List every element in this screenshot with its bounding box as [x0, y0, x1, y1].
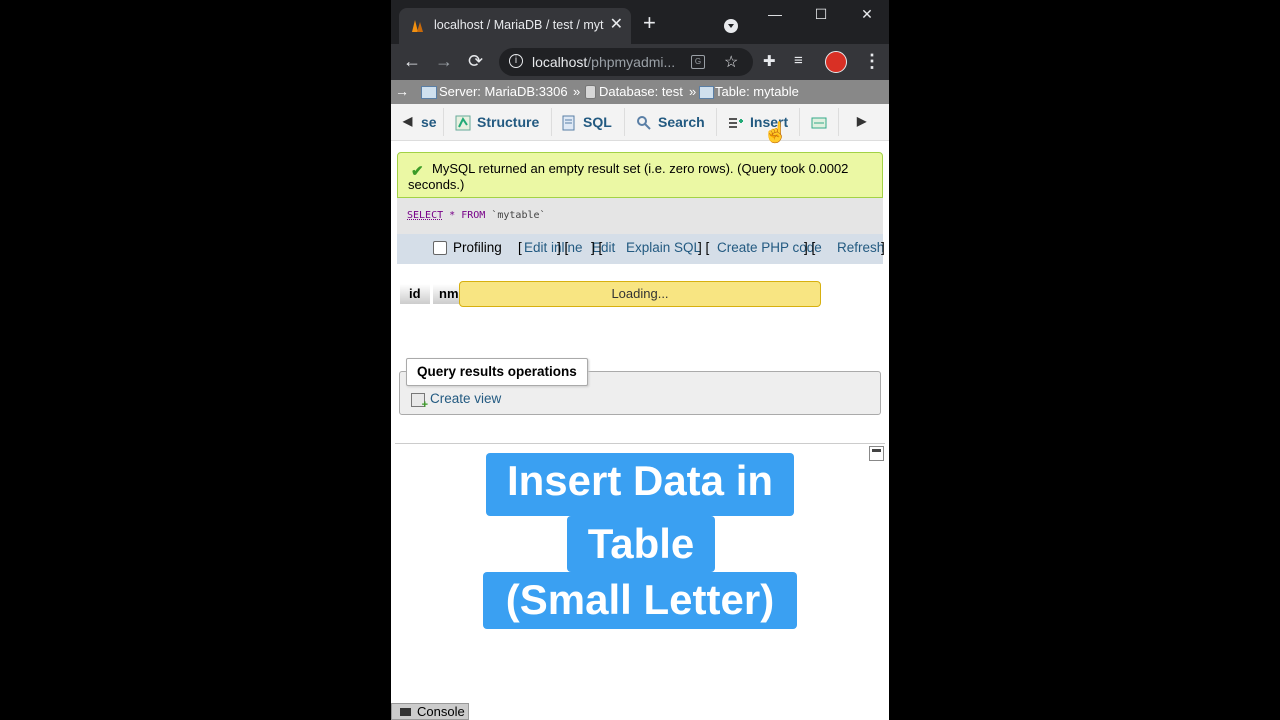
- column-header-id[interactable]: id: [400, 284, 430, 304]
- profile-avatar[interactable]: [825, 51, 847, 73]
- new-tab-button[interactable]: +: [643, 12, 656, 34]
- tab-sql-label: SQL: [583, 114, 612, 130]
- browser-tab[interactable]: localhost / MariaDB / test / myt ✕: [399, 8, 631, 44]
- caption-line-1: Insert Data in: [486, 453, 794, 516]
- bracket: [: [518, 240, 522, 255]
- bookmark-star-icon[interactable]: ☆: [724, 52, 738, 72]
- media-control-icon[interactable]: ≡: [794, 52, 803, 69]
- sql-icon: [562, 115, 575, 131]
- breadcrumb-database[interactable]: Database: test: [599, 84, 683, 99]
- tab-title: localhost / MariaDB / test / myt: [434, 18, 604, 32]
- create-view-icon: [411, 393, 428, 411]
- breadcrumb-separator: »: [689, 84, 697, 99]
- minimize-button[interactable]: —: [763, 6, 787, 22]
- profiling-label: Profiling: [453, 240, 502, 255]
- url-path: /phpmyadmi...: [587, 54, 676, 70]
- tab-browse[interactable]: se: [421, 104, 437, 140]
- tab-search[interactable]: Search: [636, 104, 705, 140]
- loading-notification: Loading...: [459, 281, 821, 307]
- sql-from: FROM: [461, 210, 486, 221]
- tab-separator: [624, 108, 625, 136]
- breadcrumb: → Server: MariaDB:3306 » Database: test …: [391, 80, 889, 104]
- translate-icon[interactable]: G: [691, 55, 705, 69]
- browser-toolbar: ← → ⟳ i localhost/phpmyadmi... G ☆ ✚ ≡ ⋮: [391, 44, 889, 80]
- profiling-checkbox[interactable]: [433, 241, 447, 255]
- database-icon: [585, 85, 596, 99]
- breadcrumb-server[interactable]: Server: MariaDB:3306: [439, 84, 568, 99]
- breadcrumb-table[interactable]: Table: mytable: [715, 84, 799, 99]
- hand-cursor-icon: ☝: [763, 122, 788, 144]
- console-label: Console: [417, 704, 465, 719]
- query-results-operations-legend: Query results operations: [406, 358, 588, 386]
- console-icon: [400, 708, 411, 716]
- console-toggle[interactable]: Console: [391, 703, 469, 720]
- sql-table: `mytable`: [491, 210, 546, 221]
- tab-scroll-right-icon[interactable]: ▶: [857, 114, 866, 128]
- sql-query-display: SELECT * FROM `mytable`: [397, 198, 883, 234]
- sql-keyword[interactable]: SELECT: [407, 210, 443, 221]
- url-text: localhost/phpmyadmi...: [532, 54, 675, 70]
- create-view-link[interactable]: Create view: [430, 391, 501, 406]
- tab-bar: ◀ se Structure SQL Search Insert ▶: [391, 104, 889, 141]
- tab-scroll-left-icon[interactable]: ◀: [403, 114, 412, 128]
- bracket: ] [: [698, 240, 710, 255]
- menu-icon[interactable]: ⋮: [863, 51, 881, 72]
- maximize-button[interactable]: ☐: [809, 6, 833, 23]
- tab-separator: [799, 108, 800, 136]
- bracket: ] [: [591, 240, 603, 255]
- reload-button[interactable]: ⟳: [468, 52, 483, 70]
- success-message-text: MySQL returned an empty result set (i.e.…: [408, 161, 849, 192]
- server-icon: [421, 86, 437, 99]
- tab-structure[interactable]: Structure: [455, 104, 539, 140]
- insert-icon: [729, 118, 743, 129]
- search-icon: [637, 116, 651, 131]
- caption-line-3: (Small Letter): [483, 572, 797, 629]
- tab-search-label: Search: [658, 114, 705, 130]
- close-window-button[interactable]: ✕: [855, 6, 879, 23]
- back-button[interactable]: ←: [403, 52, 421, 70]
- export-icon: [811, 117, 827, 129]
- bracket: ] [: [557, 240, 569, 255]
- tab-close-icon[interactable]: ✕: [610, 16, 623, 34]
- address-bar[interactable]: i localhost/phpmyadmi... G ☆: [499, 48, 753, 76]
- extensions-icon[interactable]: ✚: [763, 52, 776, 70]
- tab-structure-label: Structure: [477, 114, 540, 130]
- tab-search-icon[interactable]: [724, 19, 738, 33]
- tab-separator: [443, 108, 444, 136]
- tab-separator: [716, 108, 717, 136]
- phpmyadmin-favicon-icon: [412, 20, 423, 32]
- tab-separator: [551, 108, 552, 136]
- tab-sql[interactable]: SQL: [561, 104, 612, 140]
- tab-separator: [838, 108, 839, 136]
- breadcrumb-separator: »: [573, 84, 581, 99]
- success-message: ✔ MySQL returned an empty result set (i.…: [397, 152, 883, 198]
- sql-star: *: [449, 210, 456, 221]
- explain-sql-link[interactable]: Explain SQL: [626, 240, 701, 255]
- url-host: localhost: [532, 54, 588, 70]
- forward-button[interactable]: →: [435, 52, 453, 70]
- structure-icon: [455, 115, 471, 131]
- bracket: ] [: [804, 240, 816, 255]
- bracket: ]: [881, 240, 885, 255]
- table-icon: [699, 86, 714, 99]
- query-links: Profiling [ Edit inline ] [ Edit ] [ Exp…: [397, 234, 885, 264]
- tab-export[interactable]: [811, 104, 833, 140]
- edit-inline-link[interactable]: Edit inline: [524, 240, 583, 255]
- navigation-toggle-icon[interactable]: →: [395, 83, 409, 99]
- browser-window: localhost / MariaDB / test / myt ✕ + — ☐…: [391, 0, 889, 720]
- divider: [395, 443, 885, 444]
- minimize-panel-icon[interactable]: [869, 446, 884, 461]
- title-bar: localhost / MariaDB / test / myt ✕ + — ☐…: [391, 0, 889, 44]
- sql-query-text: SELECT * FROM `mytable`: [407, 210, 546, 221]
- refresh-link[interactable]: Refresh: [837, 240, 884, 255]
- caption-line-2: Table: [567, 516, 715, 572]
- info-icon[interactable]: i: [509, 54, 523, 68]
